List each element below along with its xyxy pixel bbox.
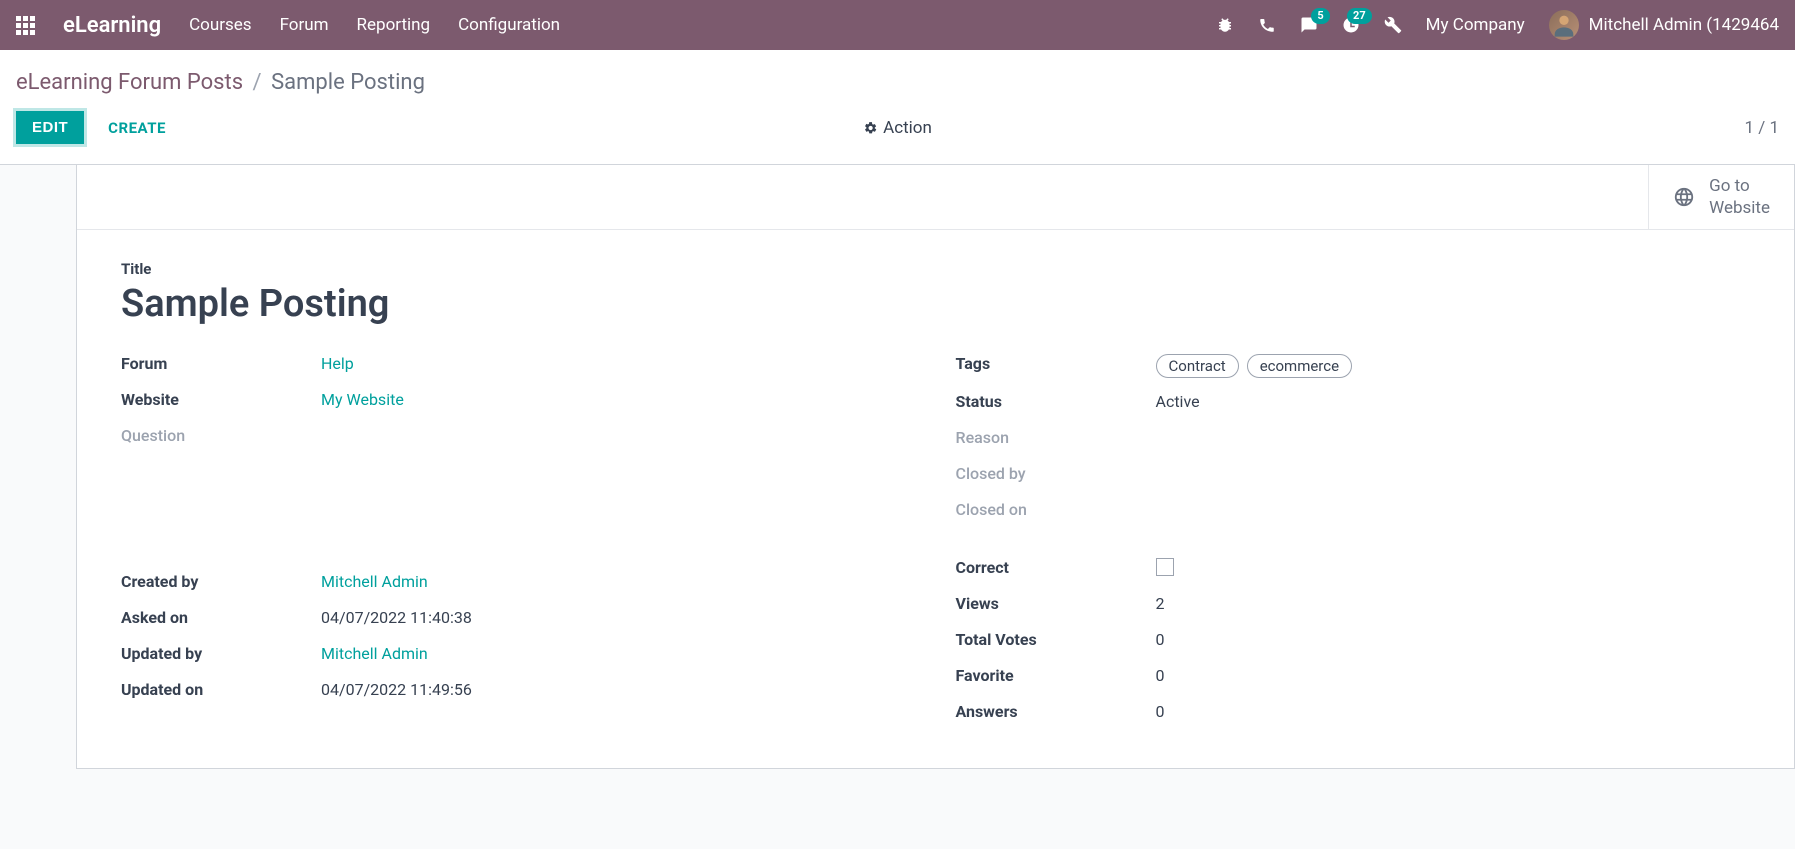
pager[interactable]: 1 / 1 xyxy=(1744,118,1779,138)
value-correct xyxy=(1156,558,1751,580)
label-closed-on: Closed on xyxy=(956,500,1156,519)
label-tags: Tags xyxy=(956,354,1156,373)
tag-contract[interactable]: Contract xyxy=(1156,354,1239,378)
value-tags: Contract ecommerce xyxy=(1156,354,1751,378)
value-forum[interactable]: Help xyxy=(321,354,354,373)
value-created-by[interactable]: Mitchell Admin xyxy=(321,572,428,591)
user-menu[interactable]: Mitchell Admin (1429464 xyxy=(1549,10,1779,40)
navbar: eLearning Courses Forum Reporting Config… xyxy=(0,0,1795,50)
label-forum: Forum xyxy=(121,354,321,373)
tools-icon[interactable] xyxy=(1384,16,1402,34)
breadcrumb-current: Sample Posting xyxy=(271,70,425,95)
label-correct: Correct xyxy=(956,558,1156,577)
breadcrumb-bar: eLearning Forum Posts / Sample Posting xyxy=(0,50,1795,95)
label-created-by: Created by xyxy=(121,572,321,591)
label-asked-on: Asked on xyxy=(121,608,321,627)
activities-badge: 27 xyxy=(1347,8,1372,24)
value-status: Active xyxy=(1156,392,1751,411)
form-col-right: Tags Contract ecommerce Status Active Re… xyxy=(956,354,1751,738)
label-reason: Reason xyxy=(956,428,1156,447)
value-views: 2 xyxy=(1156,594,1751,613)
label-updated-by: Updated by xyxy=(121,644,321,663)
tag-ecommerce[interactable]: ecommerce xyxy=(1247,354,1352,378)
checkbox-correct[interactable] xyxy=(1156,558,1174,576)
gear-icon xyxy=(863,121,877,135)
navbar-left: eLearning Courses Forum Reporting Config… xyxy=(16,13,560,38)
label-views: Views xyxy=(956,594,1156,613)
brand-title[interactable]: eLearning xyxy=(63,13,161,38)
value-favorite: 0 xyxy=(1156,666,1751,685)
edit-button[interactable]: EDIT xyxy=(16,111,84,144)
nav-courses[interactable]: Courses xyxy=(189,15,251,35)
value-votes: 0 xyxy=(1156,630,1751,649)
nav-reporting[interactable]: Reporting xyxy=(357,15,431,35)
nav-forum[interactable]: Forum xyxy=(280,15,329,35)
form-grid: Forum Help Website My Website Question xyxy=(121,354,1750,738)
label-question: Question xyxy=(121,426,321,445)
bug-icon[interactable] xyxy=(1216,16,1234,34)
status-bar: Go to Website xyxy=(77,165,1794,230)
create-button[interactable]: CREATE xyxy=(108,119,166,137)
messages-icon[interactable]: 5 xyxy=(1300,16,1318,34)
goto-website-text: Go to Website xyxy=(1709,175,1770,219)
phone-icon[interactable] xyxy=(1258,16,1276,34)
label-answers: Answers xyxy=(956,702,1156,721)
goto-website-button[interactable]: Go to Website xyxy=(1648,165,1794,229)
value-updated-on: 04/07/2022 11:49:56 xyxy=(321,680,916,699)
company-selector[interactable]: My Company xyxy=(1426,15,1525,35)
user-name: Mitchell Admin (1429464 xyxy=(1589,15,1779,35)
value-updated-by[interactable]: Mitchell Admin xyxy=(321,644,428,663)
value-answers: 0 xyxy=(1156,702,1751,721)
action-label: Action xyxy=(883,118,932,138)
sheet-body: Title Sample Posting Forum Help Website … xyxy=(77,230,1794,768)
label-website: Website xyxy=(121,390,321,409)
form-sheet: Go to Website Title Sample Posting Forum… xyxy=(76,165,1795,769)
apps-icon[interactable] xyxy=(16,16,35,35)
content-wrap: Go to Website Title Sample Posting Forum… xyxy=(0,165,1795,809)
breadcrumb-sep: / xyxy=(253,70,262,95)
title-label: Title xyxy=(121,260,1750,278)
label-updated-on: Updated on xyxy=(121,680,321,699)
form-col-left: Forum Help Website My Website Question xyxy=(121,354,916,738)
messages-badge: 5 xyxy=(1311,8,1329,24)
title-value: Sample Posting xyxy=(121,282,1750,326)
breadcrumb-parent[interactable]: eLearning Forum Posts xyxy=(16,70,243,95)
nav-configuration[interactable]: Configuration xyxy=(458,15,560,35)
navbar-right: 5 27 My Company Mitchell Admin (1429464 xyxy=(1216,10,1779,40)
action-menu[interactable]: Action xyxy=(863,118,932,138)
label-favorite: Favorite xyxy=(956,666,1156,685)
value-website[interactable]: My Website xyxy=(321,390,404,409)
value-asked-on: 04/07/2022 11:40:38 xyxy=(321,608,916,627)
avatar xyxy=(1549,10,1579,40)
globe-icon xyxy=(1673,186,1695,208)
breadcrumb: eLearning Forum Posts / Sample Posting xyxy=(16,70,1779,95)
label-closed-by: Closed by xyxy=(956,464,1156,483)
control-bar: EDIT CREATE Action 1 / 1 xyxy=(0,95,1795,165)
activities-icon[interactable]: 27 xyxy=(1342,16,1360,34)
label-status: Status xyxy=(956,392,1156,411)
label-votes: Total Votes xyxy=(956,630,1156,649)
